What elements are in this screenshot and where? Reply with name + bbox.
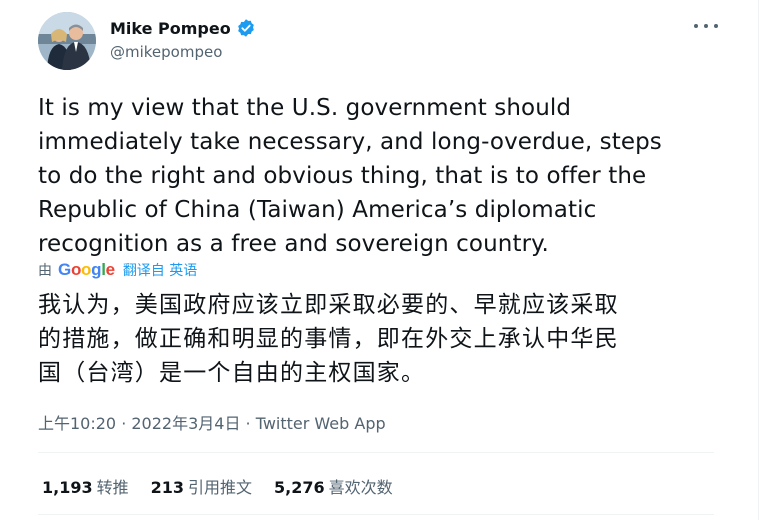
tweet-line: It is my view that the U.S. government s…	[38, 95, 572, 121]
retweets-count: 1,193	[42, 478, 93, 497]
quotes-stat[interactable]: 213 引用推文	[151, 474, 252, 498]
avatar[interactable]	[38, 12, 96, 70]
retweets-label: 转推	[96, 478, 129, 497]
likes-label: 喜欢次数	[328, 478, 393, 497]
tweet-card: Mike Pompeo @mikepompeo It is my view th…	[0, 0, 759, 520]
likes-stat[interactable]: 5,276 喜欢次数	[274, 474, 393, 498]
translated-line: 国（台湾）是一个自由的主权国家。	[38, 360, 426, 386]
quotes-label: 引用推文	[188, 478, 253, 497]
tweet-stats: 1,193 转推 213 引用推文 5,276 喜欢次数	[42, 474, 415, 498]
google-logo: Google	[58, 260, 115, 279]
more-options-icon[interactable]	[694, 18, 718, 34]
author-name[interactable]: Mike Pompeo	[110, 19, 231, 38]
author-handle[interactable]: @mikepompeo	[110, 43, 222, 61]
retweets-stat[interactable]: 1,193 转推	[42, 474, 129, 498]
likes-count: 5,276	[274, 478, 325, 497]
quotes-count: 213	[150, 478, 185, 497]
translated-line: 我认为，美国政府应该立即采取必要的、早就应该采取	[38, 292, 619, 318]
tweet-line: Republic of China (Taiwan) America’s dip…	[38, 197, 597, 223]
verified-badge-icon	[236, 18, 256, 38]
tweet-line: immediately take necessary, and long-ove…	[38, 129, 662, 155]
avatar-image	[38, 12, 96, 70]
divider	[38, 452, 714, 453]
tweet-line: recognition as a free and sovereign coun…	[38, 231, 549, 257]
divider	[38, 514, 714, 515]
translated-text: 我认为，美国政府应该立即采取必要的、早就应该采取 的措施，做正确和明显的事情，即…	[38, 288, 728, 390]
tweet-line: to do the right and obvious thing, that …	[38, 163, 647, 189]
translation-attribution: 由 Google 翻译自 英语	[38, 260, 197, 280]
translated-line: 的措施，做正确和明显的事情，即在外交上承认中华民	[38, 326, 619, 352]
tweet-timestamp-source[interactable]: 上午10:20 · 2022年3月4日 · Twitter Web App	[38, 410, 386, 434]
tweet-text: It is my view that the U.S. government s…	[38, 91, 728, 261]
translated-from-link[interactable]: 翻译自 英语	[123, 260, 197, 280]
translated-by-label: 由	[38, 263, 52, 279]
author-name-row[interactable]: Mike Pompeo	[110, 18, 256, 38]
